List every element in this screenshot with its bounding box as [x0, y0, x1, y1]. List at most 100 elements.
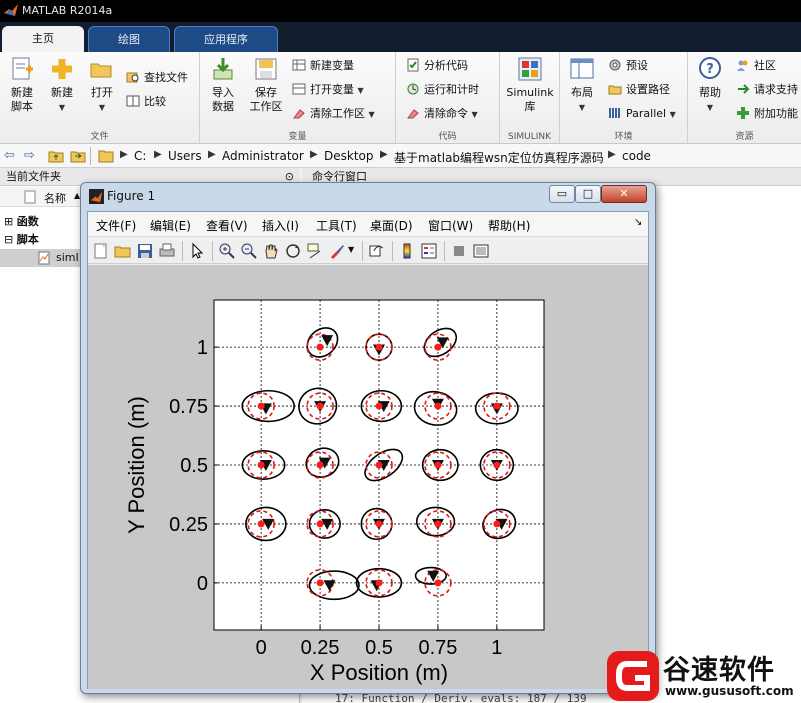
menu-insert[interactable]: 插入(I): [262, 217, 299, 234]
brush-icon[interactable]: [328, 242, 346, 260]
open-folder-icon: [90, 63, 112, 78]
clear-commands-arrow-icon[interactable]: ▼: [472, 110, 478, 119]
file-name-label: simI: [56, 251, 79, 264]
x-tick-label: 1: [491, 637, 502, 659]
menu-edit[interactable]: 编辑(E): [150, 217, 191, 234]
close-button[interactable]: ✕: [601, 185, 647, 203]
minimize-button[interactable]: ▭: [549, 185, 575, 203]
zoom-out-icon[interactable]: [240, 242, 258, 260]
parallel-arrow-icon[interactable]: ▼: [670, 110, 676, 119]
pan-hand-icon[interactable]: [262, 242, 280, 260]
figure-window[interactable]: Figure 1 ▭ □ ✕ 文件(F) 编辑(E) 查看(V) 插入(I) 工…: [80, 182, 656, 694]
open-dropdown-arrow-icon[interactable]: ▼: [99, 103, 105, 112]
clear-workspace-arrow-icon[interactable]: ▼: [369, 110, 375, 119]
show-plot-tools-icon[interactable]: [472, 242, 490, 260]
legend-icon[interactable]: [420, 242, 438, 260]
watermark-url: www.gususoft.com: [665, 684, 794, 698]
preferences-button[interactable]: 预设: [608, 56, 648, 76]
breadcrumb-drive[interactable]: C:: [134, 149, 146, 163]
true-position-marker: [434, 402, 442, 410]
true-position-marker: [316, 520, 324, 528]
menu-overflow-icon[interactable]: ↘: [634, 217, 642, 228]
save-figure-icon[interactable]: [136, 242, 154, 260]
run-and-time-button[interactable]: 运行和计时: [406, 80, 479, 100]
help-question-icon: ?: [699, 57, 721, 79]
x-tick-label: 0.5: [365, 637, 393, 659]
expand-icon[interactable]: ⊞: [4, 215, 13, 228]
new-dropdown-arrow-icon[interactable]: ▼: [59, 103, 65, 112]
menu-view[interactable]: 查看(V): [206, 217, 248, 234]
edit-plot-pointer-icon[interactable]: [188, 242, 206, 260]
breadcrumb-users[interactable]: Users: [168, 149, 202, 163]
import-data-icon: [213, 58, 233, 80]
menu-desktop[interactable]: 桌面(D): [370, 217, 413, 234]
tab-apps[interactable]: 应用程序: [174, 26, 278, 52]
up-folder-icon[interactable]: [48, 148, 64, 164]
breadcrumb-administrator[interactable]: Administrator: [222, 149, 304, 163]
open-variable-button[interactable]: 打开变量 ▼: [292, 80, 364, 100]
clear-commands-button[interactable]: 清除命令 ▼: [406, 104, 478, 124]
true-position-marker: [493, 402, 501, 410]
colorbar-icon[interactable]: [398, 242, 416, 260]
clear-workspace-button[interactable]: 清除工作区 ▼: [292, 104, 375, 124]
tab-home[interactable]: 主页: [2, 26, 84, 52]
true-position-marker: [493, 461, 501, 469]
open-variable-arrow-icon[interactable]: ▼: [358, 86, 364, 95]
import-data-button[interactable]: 导入 数据: [205, 56, 241, 114]
print-figure-icon[interactable]: [158, 242, 176, 260]
name-column-header[interactable]: 名称: [44, 190, 66, 206]
help-dropdown-arrow-icon[interactable]: ▼: [707, 103, 713, 112]
community-button[interactable]: 社区: [736, 56, 776, 76]
collapse-icon[interactable]: ⊟: [4, 233, 13, 246]
figure-canvas[interactable]: 0 0.25 0.5 0.75 1 0 0.25 0.5 0.75 1 X Position (m)…: [88, 265, 648, 689]
new-variable-button[interactable]: 新建变量: [292, 56, 354, 76]
menu-tools[interactable]: 工具(T): [316, 217, 357, 234]
menu-window[interactable]: 窗口(W): [428, 217, 473, 234]
forward-arrow-icon[interactable]: ⇨: [24, 148, 35, 163]
breadcrumb-project-folder[interactable]: 基于matlab编程wsn定位仿真程序源码: [394, 149, 604, 166]
crumb-separator-icon: ▶: [120, 149, 128, 160]
simulink-library-button[interactable]: Simulink 库: [504, 56, 556, 114]
layout-dropdown-arrow-icon[interactable]: ▼: [579, 103, 585, 112]
window-title-bar: MATLAB R2014a: [0, 0, 801, 22]
y-tick-label: 0.75: [169, 396, 208, 418]
new-button[interactable]: 新建 ▼: [44, 56, 80, 115]
new-script-button[interactable]: 新建 脚本: [4, 56, 40, 114]
help-button[interactable]: ? 帮助 ▼: [692, 56, 728, 115]
add-ons-button[interactable]: 附加功能: [736, 104, 798, 124]
scatter-plot[interactable]: 0 0.25 0.5 0.75 1 0 0.25 0.5 0.75 1 X Position (m)…: [88, 265, 648, 689]
hide-plot-tools-icon[interactable]: [450, 242, 468, 260]
tree-node-scripts[interactable]: ⊟ 脚本: [4, 231, 39, 249]
link-plot-icon[interactable]: [368, 242, 386, 260]
breadcrumb-code[interactable]: code: [622, 149, 651, 163]
find-files-button[interactable]: 查找文件: [126, 68, 188, 88]
new-figure-icon[interactable]: [92, 242, 110, 260]
zoom-in-icon[interactable]: [218, 242, 236, 260]
layout-button[interactable]: 布局 ▼: [564, 56, 600, 115]
parallel-button[interactable]: Parallel ▼: [608, 104, 676, 124]
maximize-button[interactable]: □: [575, 185, 601, 203]
breadcrumb-desktop[interactable]: Desktop: [324, 149, 374, 163]
y-tick-label: 0.25: [169, 514, 208, 536]
set-path-button[interactable]: 设置路径: [608, 80, 670, 100]
request-support-button[interactable]: 请求支持: [736, 80, 798, 100]
menu-help[interactable]: 帮助(H): [488, 217, 530, 234]
tab-plots[interactable]: 绘图: [88, 26, 170, 52]
data-cursor-icon[interactable]: [306, 242, 324, 260]
analyze-code-button[interactable]: 分析代码: [406, 56, 468, 76]
open-variable-label: 打开变量: [310, 83, 354, 96]
open-file-icon[interactable]: [114, 242, 132, 260]
browse-folder-icon[interactable]: [70, 148, 86, 164]
save-label-2: 工作区: [249, 100, 283, 113]
watermark-brand-text: 谷速软件: [663, 655, 775, 686]
open-button[interactable]: 打开 ▼: [84, 56, 120, 115]
address-divider: [90, 147, 91, 165]
rotate-3d-icon[interactable]: [284, 242, 302, 260]
menu-file[interactable]: 文件(F): [96, 217, 136, 234]
save-workspace-button[interactable]: 保存 工作区: [246, 56, 286, 114]
back-arrow-icon[interactable]: ⇦: [4, 148, 15, 163]
true-position-marker: [257, 461, 265, 469]
brush-dropdown-arrow-icon[interactable]: ▼: [348, 245, 354, 254]
tree-node-functions[interactable]: ⊞ 函数: [4, 213, 39, 231]
compare-button[interactable]: 比较: [126, 92, 166, 112]
